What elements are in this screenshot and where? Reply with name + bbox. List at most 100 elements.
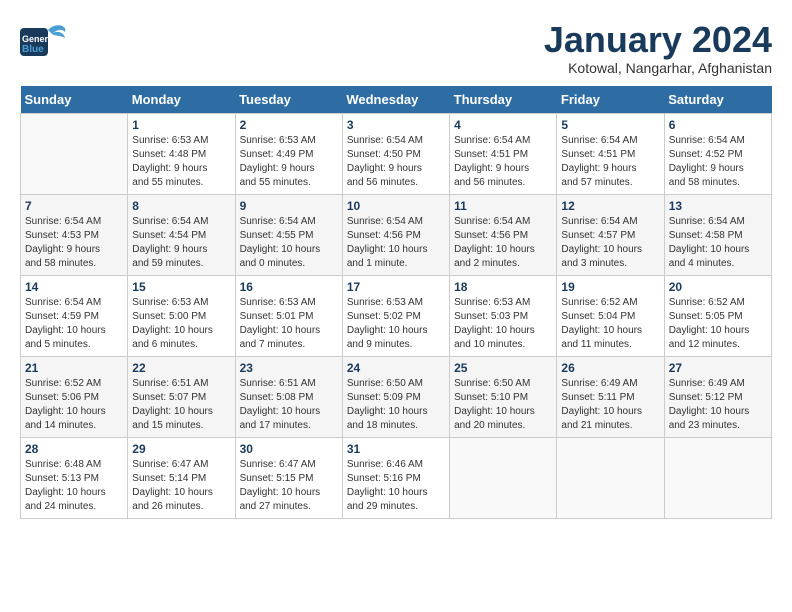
calendar-cell: 8 Sunrise: 6:54 AMSunset: 4:54 PMDaylight… [128, 194, 235, 275]
calendar-cell: 14 Sunrise: 6:54 AMSunset: 4:59 PMDayligh… [21, 275, 128, 356]
day-number: 27 [669, 361, 767, 375]
day-info: Sunrise: 6:54 AMSunset: 4:56 PMDaylight:… [454, 215, 552, 271]
day-info: Sunrise: 6:53 AMSunset: 5:01 PMDaylight:… [240, 296, 338, 352]
column-header-wednesday: Wednesday [342, 86, 449, 114]
calendar-cell: 25Sunrise: 6:50 AMSunset: 5:10 PMDayligh… [450, 356, 557, 437]
logo: General Blue [20, 20, 70, 65]
calendar-cell: 6 Sunrise: 6:54 AMSunset: 4:52 PMDaylight… [664, 113, 771, 194]
calendar-cell: 26 Sunrise: 6:49 AMSunset: 5:11 PMDayligh… [557, 356, 664, 437]
calendar-cell: 20Sunrise: 6:52 AMSunset: 5:05 PMDayligh… [664, 275, 771, 356]
svg-text:General: General [22, 34, 56, 44]
title-area: January 2024 Kotowal, Nangarhar, Afghani… [544, 20, 772, 76]
day-number: 11 [454, 199, 552, 213]
day-number: 22 [132, 361, 230, 375]
day-info: Sunrise: 6:54 AMSunset: 4:54 PMDaylight:… [132, 215, 230, 271]
day-info: Sunrise: 6:54 AMSunset: 4:51 PMDaylight:… [561, 134, 659, 190]
calendar-week-3: 14 Sunrise: 6:54 AMSunset: 4:59 PMDayligh… [21, 275, 772, 356]
calendar-cell: 1Sunrise: 6:53 AMSunset: 4:48 PMDaylight… [128, 113, 235, 194]
calendar-cell: 27 Sunrise: 6:49 AMSunset: 5:12 PMDayligh… [664, 356, 771, 437]
day-number: 18 [454, 280, 552, 294]
column-header-saturday: Saturday [664, 86, 771, 114]
day-info: Sunrise: 6:51 AMSunset: 5:07 PMDaylight:… [132, 377, 230, 433]
column-header-sunday: Sunday [21, 86, 128, 114]
calendar-cell: 13 Sunrise: 6:54 AMSunset: 4:58 PMDayligh… [664, 194, 771, 275]
calendar-cell [664, 437, 771, 518]
day-info: Sunrise: 6:51 AMSunset: 5:08 PMDaylight:… [240, 377, 338, 433]
calendar-week-1: 1Sunrise: 6:53 AMSunset: 4:48 PMDaylight… [21, 113, 772, 194]
day-number: 29 [132, 442, 230, 456]
day-number: 26 [561, 361, 659, 375]
day-info: Sunrise: 6:54 AMSunset: 4:50 PMDaylight:… [347, 134, 445, 190]
calendar-cell: 17 Sunrise: 6:53 AMSunset: 5:02 PMDayligh… [342, 275, 449, 356]
calendar-cell: 30 Sunrise: 6:47 AMSunset: 5:15 PMDayligh… [235, 437, 342, 518]
day-info: Sunrise: 6:53 AMSunset: 4:48 PMDaylight:… [132, 134, 230, 190]
column-header-friday: Friday [557, 86, 664, 114]
day-info: Sunrise: 6:54 AMSunset: 4:56 PMDaylight:… [347, 215, 445, 271]
day-number: 5 [561, 118, 659, 132]
calendar-cell [21, 113, 128, 194]
page-header: General Blue January 2024 Kotowal, Nanga… [20, 20, 772, 76]
day-info: Sunrise: 6:50 AMSunset: 5:09 PMDaylight:… [347, 377, 445, 433]
calendar-cell [557, 437, 664, 518]
day-number: 24 [347, 361, 445, 375]
day-info: Sunrise: 6:50 AMSunset: 5:10 PMDaylight:… [454, 377, 552, 433]
calendar-header-row: SundayMondayTuesdayWednesdayThursdayFrid… [21, 86, 772, 114]
day-info: Sunrise: 6:54 AMSunset: 4:57 PMDaylight:… [561, 215, 659, 271]
calendar-cell: 31 Sunrise: 6:46 AMSunset: 5:16 PMDayligh… [342, 437, 449, 518]
calendar-week-5: 28 Sunrise: 6:48 AMSunset: 5:13 PMDayligh… [21, 437, 772, 518]
column-header-monday: Monday [128, 86, 235, 114]
day-info: Sunrise: 6:54 AMSunset: 4:51 PMDaylight:… [454, 134, 552, 190]
day-info: Sunrise: 6:49 AMSunset: 5:12 PMDaylight:… [669, 377, 767, 433]
day-info: Sunrise: 6:47 AMSunset: 5:15 PMDaylight:… [240, 458, 338, 514]
calendar-cell: 15 Sunrise: 6:53 AMSunset: 5:00 PMDayligh… [128, 275, 235, 356]
day-number: 7 [25, 199, 123, 213]
day-info: Sunrise: 6:54 AMSunset: 4:58 PMDaylight:… [669, 215, 767, 271]
calendar-cell: 24 Sunrise: 6:50 AMSunset: 5:09 PMDayligh… [342, 356, 449, 437]
day-number: 3 [347, 118, 445, 132]
day-number: 31 [347, 442, 445, 456]
day-info: Sunrise: 6:46 AMSunset: 5:16 PMDaylight:… [347, 458, 445, 514]
day-number: 13 [669, 199, 767, 213]
day-number: 16 [240, 280, 338, 294]
day-info: Sunrise: 6:47 AMSunset: 5:14 PMDaylight:… [132, 458, 230, 514]
calendar-cell: 16 Sunrise: 6:53 AMSunset: 5:01 PMDayligh… [235, 275, 342, 356]
calendar-cell: 28 Sunrise: 6:48 AMSunset: 5:13 PMDayligh… [21, 437, 128, 518]
day-number: 6 [669, 118, 767, 132]
calendar-cell: 21 Sunrise: 6:52 AMSunset: 5:06 PMDayligh… [21, 356, 128, 437]
day-number: 28 [25, 442, 123, 456]
calendar-cell: 19Sunrise: 6:52 AMSunset: 5:04 PMDayligh… [557, 275, 664, 356]
calendar-week-2: 7Sunrise: 6:54 AMSunset: 4:53 PMDaylight… [21, 194, 772, 275]
calendar-week-4: 21 Sunrise: 6:52 AMSunset: 5:06 PMDayligh… [21, 356, 772, 437]
day-info: Sunrise: 6:53 AMSunset: 5:00 PMDaylight:… [132, 296, 230, 352]
day-number: 2 [240, 118, 338, 132]
day-number: 21 [25, 361, 123, 375]
day-number: 30 [240, 442, 338, 456]
day-info: Sunrise: 6:52 AMSunset: 5:06 PMDaylight:… [25, 377, 123, 433]
day-number: 17 [347, 280, 445, 294]
day-info: Sunrise: 6:54 AMSunset: 4:59 PMDaylight:… [25, 296, 123, 352]
day-number: 14 [25, 280, 123, 294]
day-info: Sunrise: 6:49 AMSunset: 5:11 PMDaylight:… [561, 377, 659, 433]
day-number: 8 [132, 199, 230, 213]
day-info: Sunrise: 6:53 AMSunset: 5:02 PMDaylight:… [347, 296, 445, 352]
day-number: 4 [454, 118, 552, 132]
column-header-thursday: Thursday [450, 86, 557, 114]
calendar-cell: 12 Sunrise: 6:54 AMSunset: 4:57 PMDayligh… [557, 194, 664, 275]
calendar-cell: 29 Sunrise: 6:47 AMSunset: 5:14 PMDayligh… [128, 437, 235, 518]
day-info: Sunrise: 6:53 AMSunset: 4:49 PMDaylight:… [240, 134, 338, 190]
calendar-cell: 11 Sunrise: 6:54 AMSunset: 4:56 PMDayligh… [450, 194, 557, 275]
month-title: January 2024 [544, 20, 772, 60]
day-info: Sunrise: 6:48 AMSunset: 5:13 PMDaylight:… [25, 458, 123, 514]
day-number: 23 [240, 361, 338, 375]
day-number: 20 [669, 280, 767, 294]
calendar-table: SundayMondayTuesdayWednesdayThursdayFrid… [20, 86, 772, 519]
location-subtitle: Kotowal, Nangarhar, Afghanistan [544, 60, 772, 76]
calendar-cell: 4 Sunrise: 6:54 AMSunset: 4:51 PMDaylight… [450, 113, 557, 194]
day-number: 15 [132, 280, 230, 294]
calendar-cell: 3 Sunrise: 6:54 AMSunset: 4:50 PMDaylight… [342, 113, 449, 194]
day-info: Sunrise: 6:53 AMSunset: 5:03 PMDaylight:… [454, 296, 552, 352]
day-info: Sunrise: 6:54 AMSunset: 4:52 PMDaylight:… [669, 134, 767, 190]
day-number: 10 [347, 199, 445, 213]
day-number: 12 [561, 199, 659, 213]
day-info: Sunrise: 6:52 AMSunset: 5:04 PMDaylight:… [561, 296, 659, 352]
